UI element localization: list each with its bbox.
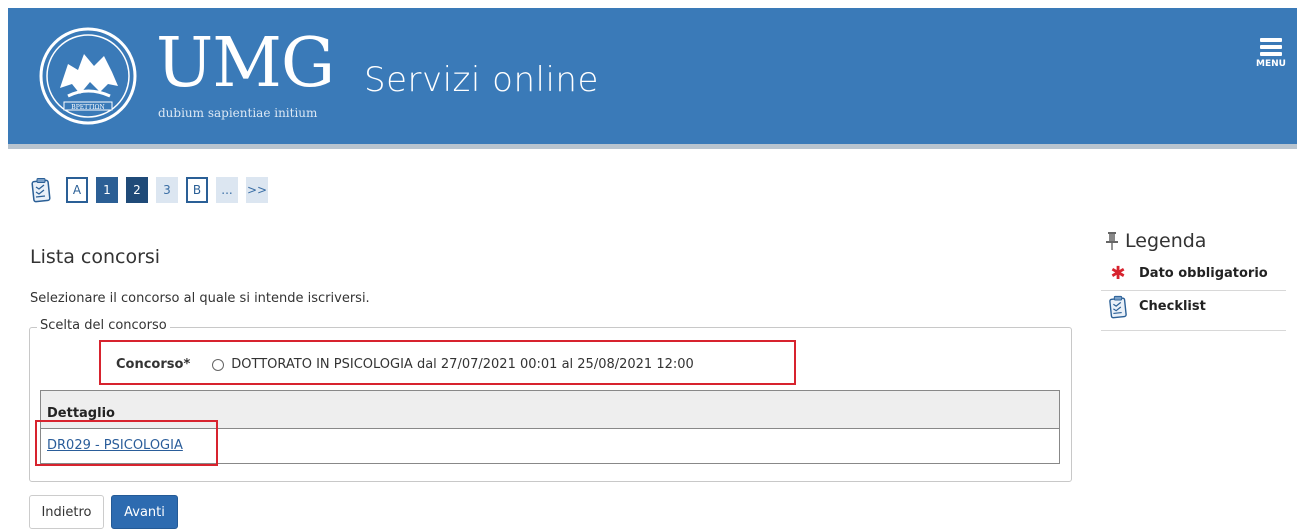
step-2-current[interactable]: 2 [126, 177, 148, 203]
page-title: Lista concorsi [30, 246, 161, 268]
asterisk-icon: ✱ [1110, 262, 1126, 284]
hamburger-icon-bar [1260, 45, 1282, 49]
highlight-box-concorso [99, 340, 796, 385]
checklist-icon[interactable] [30, 177, 52, 203]
hamburger-icon [1260, 38, 1282, 42]
highlight-box-detail [35, 420, 218, 466]
step-a[interactable]: A [66, 177, 88, 203]
step-more[interactable]: ... [216, 177, 238, 203]
legend-title: Legenda [1125, 230, 1207, 252]
site-title: Servizi online [364, 60, 599, 100]
legend-panel: Legenda ✱ Dato obbligatorio Checklist [1101, 226, 1286, 331]
legend-item-required: ✱ Dato obbligatorio [1101, 256, 1286, 291]
site-header: ΒΡΕΤΤΙΩΝ UMG dubium sapientiae initium S… [8, 8, 1297, 144]
menu-label: MENU [1256, 59, 1286, 69]
university-seal-icon: ΒΡΕΤΤΙΩΝ [39, 27, 137, 125]
hamburger-icon-bar [1260, 52, 1282, 56]
legend-item-checklist: Checklist [1101, 291, 1286, 331]
step-1[interactable]: 1 [96, 177, 118, 203]
logo-motto: dubium sapientiae initium [158, 106, 318, 120]
legend-item-label: Checklist [1139, 299, 1206, 314]
logo-wordmark: UMG [156, 24, 335, 103]
step-b[interactable]: B [186, 177, 208, 203]
step-navigation: A 1 2 3 B ... >> [30, 175, 276, 205]
menu-button[interactable]: MENU [1255, 38, 1287, 69]
step-3[interactable]: 3 [156, 177, 178, 203]
svg-text:ΒΡΕΤΤΙΩΝ: ΒΡΕΤΤΙΩΝ [71, 104, 104, 111]
header-divider [8, 144, 1297, 149]
legend-title-row: Legenda [1101, 226, 1286, 256]
pin-icon [1106, 232, 1118, 250]
checklist-icon [1109, 295, 1127, 319]
page-subtitle: Selezionare il concorso al quale si inte… [30, 291, 370, 306]
fieldset-legend: Scelta del concorso [37, 318, 170, 333]
legend-item-label: Dato obbligatorio [1139, 265, 1268, 281]
step-next-group[interactable]: >> [246, 177, 268, 203]
